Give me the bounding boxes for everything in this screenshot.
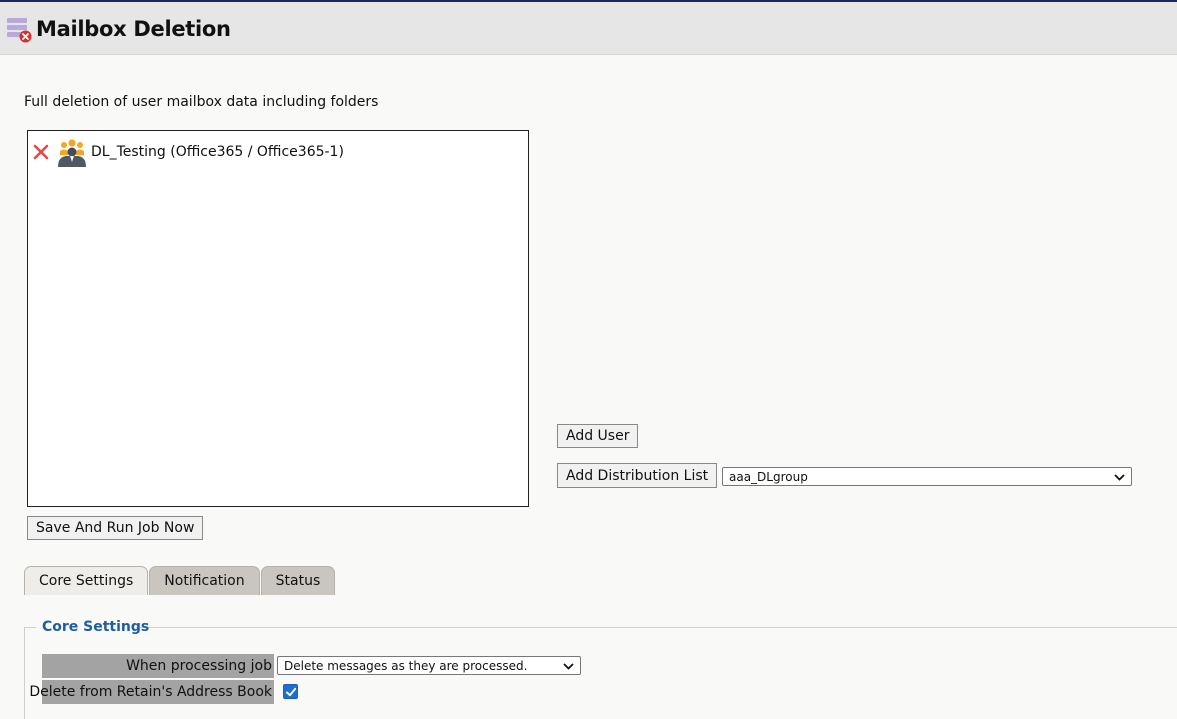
remove-x-icon[interactable] [32,143,50,161]
page-scrollbar[interactable] [1170,55,1177,719]
add-distribution-list-button[interactable]: Add Distribution List [557,463,718,488]
delete-address-book-checkbox[interactable] [283,684,298,699]
page-header: Mailbox Deletion [0,2,1177,55]
fieldset-border [136,627,1177,628]
page-title: Mailbox Deletion [36,17,231,41]
distribution-list-select[interactable]: aaa_DLgroup [722,467,1132,486]
group-icon [56,137,88,167]
tab-core-settings[interactable]: Core Settings [24,566,149,595]
when-processing-selected-value: Delete messages as they are processed. [284,658,528,673]
page-description: Full deletion of user mailbox data inclu… [24,94,379,110]
save-and-run-button[interactable]: Save And Run Job Now [27,516,204,540]
when-processing-select[interactable]: Delete messages as they are processed. [277,656,581,675]
tab-status[interactable]: Status [260,566,336,595]
core-settings-legend: Core Settings [42,619,150,635]
add-user-button[interactable]: Add User [557,424,639,448]
list-item[interactable]: DL_Testing (Office365 / Office365-1) [32,137,344,167]
tab-notification[interactable]: Notification [149,566,260,595]
fieldset-border [24,627,25,719]
list-item-label: DL_Testing (Office365 / Office365-1) [91,144,344,160]
when-processing-label: When processing job [42,654,274,678]
chevron-down-icon [562,660,575,672]
settings-tabs: Core Settings Notification Status [24,566,336,595]
distribution-list-selected-value: aaa_DLgroup [729,469,808,484]
checkmark-icon [286,687,297,697]
fieldset-border [24,627,36,628]
member-list[interactable]: DL_Testing (Office365 / Office365-1) [27,130,529,507]
mailbox-delete-icon [6,16,34,44]
chevron-down-icon [1113,471,1126,483]
delete-address-book-label: Delete from Retain's Address Book [29,680,274,704]
